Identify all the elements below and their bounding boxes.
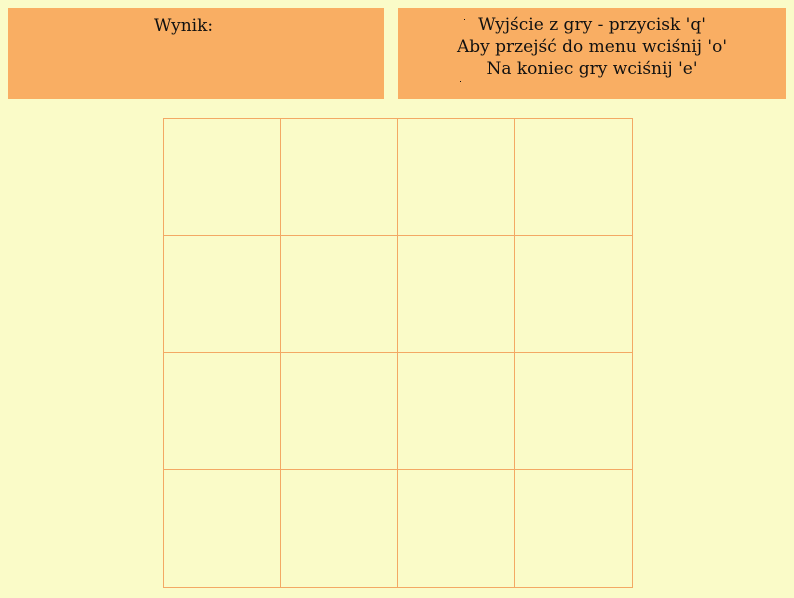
board-cell[interactable] xyxy=(515,236,632,353)
menu-instruction: Aby przejść do menu wciśnij 'o' xyxy=(457,37,727,57)
end-game-instruction: Na koniec gry wciśnij 'e' xyxy=(486,59,698,79)
board-cell[interactable] xyxy=(281,236,398,353)
board-cell[interactable] xyxy=(164,236,281,353)
board-cell[interactable] xyxy=(164,470,281,587)
board-cell[interactable] xyxy=(281,470,398,587)
board-cell[interactable] xyxy=(164,353,281,470)
board-cell[interactable] xyxy=(398,353,515,470)
board-cell[interactable] xyxy=(281,353,398,470)
quit-instruction: Wyjście z gry - przycisk 'q' xyxy=(478,15,706,35)
pixel-mark xyxy=(464,19,465,20)
board-cell[interactable] xyxy=(281,119,398,236)
board-cell[interactable] xyxy=(515,353,632,470)
game-board[interactable] xyxy=(163,118,633,588)
board-cell[interactable] xyxy=(164,119,281,236)
board-cell[interactable] xyxy=(515,470,632,587)
instructions-text: Wyjście z gry - przycisk 'q' Aby przejść… xyxy=(398,14,786,80)
instructions-panel: Wyjście z gry - przycisk 'q' Aby przejść… xyxy=(398,8,786,99)
score-panel: Wynik: xyxy=(8,8,384,99)
board-cell[interactable] xyxy=(398,119,515,236)
board-cell[interactable] xyxy=(515,119,632,236)
board-cell[interactable] xyxy=(398,470,515,587)
board-cell[interactable] xyxy=(398,236,515,353)
score-label: Wynik: xyxy=(154,16,214,36)
pixel-mark xyxy=(460,81,461,82)
